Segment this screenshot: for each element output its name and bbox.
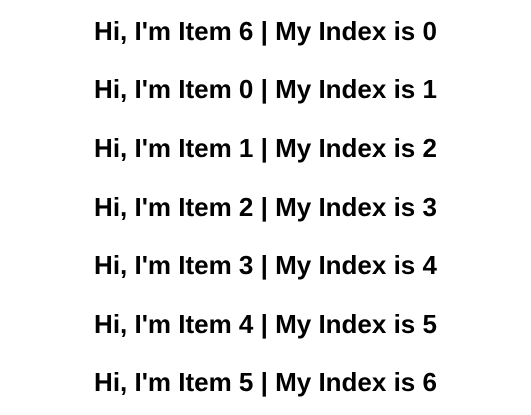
list-item: Hi, I'm Item 0 | My Index is 1 [94, 74, 437, 105]
list-item: Hi, I'm Item 2 | My Index is 3 [94, 191, 437, 222]
list-item: Hi, I'm Item 1 | My Index is 2 [94, 132, 437, 163]
list-item: Hi, I'm Item 4 | My Index is 5 [94, 308, 437, 339]
item-list: Hi, I'm Item 6 | My Index is 0 Hi, I'm I… [0, 2, 531, 412]
list-item: Hi, I'm Item 6 | My Index is 0 [94, 15, 437, 46]
list-item: Hi, I'm Item 3 | My Index is 4 [94, 250, 437, 281]
list-item: Hi, I'm Item 5 | My Index is 6 [94, 367, 437, 398]
